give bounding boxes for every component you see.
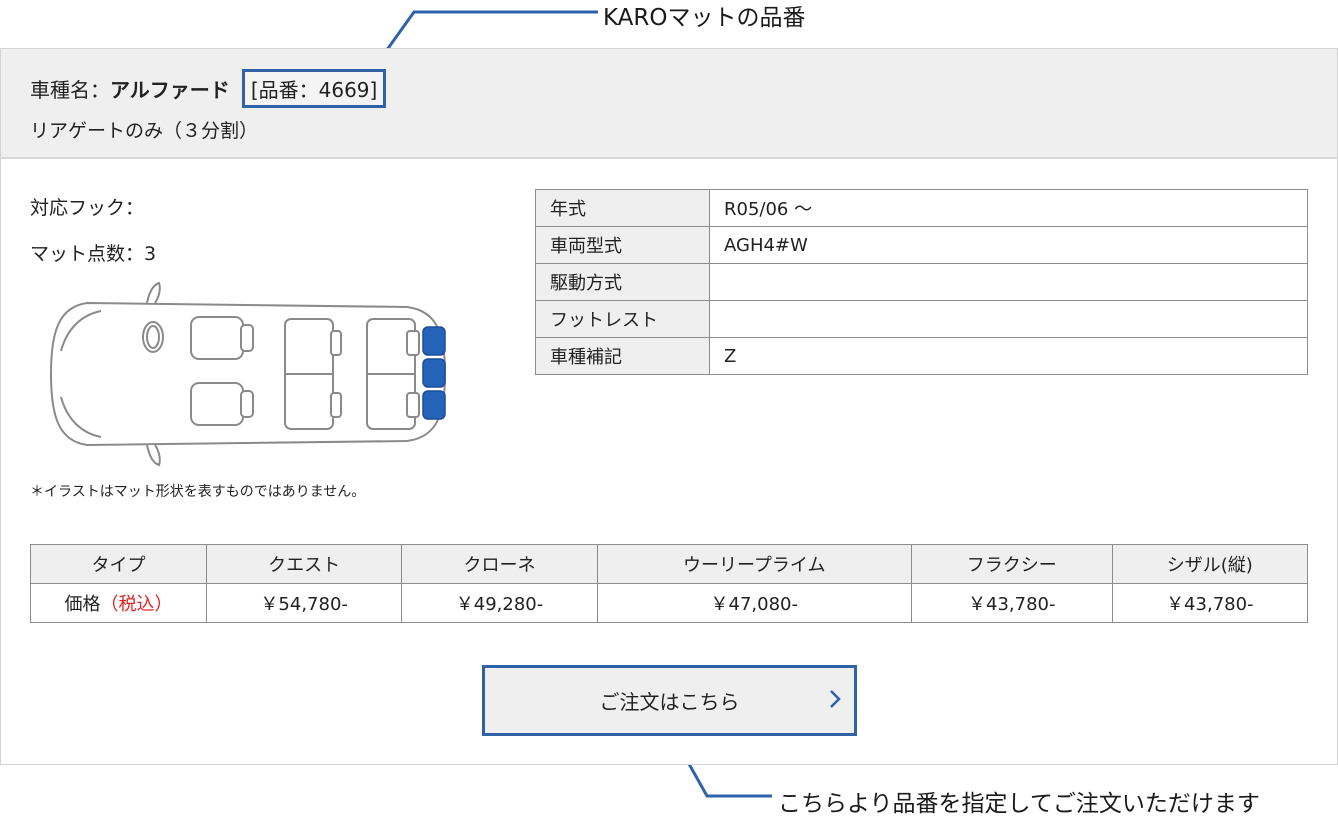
price-cell: ￥49,280- [401, 583, 598, 623]
product-header: 車種名： アルファード [品番：4669] リアゲートのみ（３分割） [1, 49, 1337, 159]
price-label: 価格 [64, 594, 101, 615]
spec-row: 車両型式 AGH4#W [535, 226, 1308, 264]
car-name: アルファード [110, 78, 230, 102]
spec-row: フットレスト [535, 300, 1308, 338]
spec-value-cell: AGH4#W [709, 226, 1308, 264]
product-panel: 車種名： アルファード [品番：4669] リアゲートのみ（３分割） 対応フック… [0, 48, 1338, 765]
mat-type-header-cell: フラクシー [910, 544, 1113, 584]
spec-label-cell: 車両型式 [535, 226, 710, 264]
price-table: タイプ クエスト クローネ ウーリープライム フラクシー シザル(縦) 価格（税込） ￥… [30, 544, 1309, 623]
tax-label: （税込） [100, 594, 173, 615]
spec-label-cell: フットレスト [535, 300, 710, 338]
price-cell: ￥43,780- [1111, 583, 1309, 623]
price-label-cell: 価格（税込） [30, 583, 207, 623]
product-subtitle: リアゲートのみ（３分割） [30, 120, 259, 142]
type-header-cell: タイプ [30, 544, 207, 584]
price-cell: ￥54,780- [205, 583, 403, 623]
chevron-right-icon [830, 690, 841, 708]
callout-order-label: こちらより品番を指定してご注文いただけます [778, 791, 1260, 817]
car-top-view-icon [49, 281, 447, 467]
order-button[interactable]: ご注文はこちら [482, 665, 857, 736]
car-name-prefix: 車種名： [30, 78, 110, 102]
price-table-price-row: 価格（税込） ￥54,780- ￥49,280- ￥47,080- ￥43,780- ￥… [30, 583, 1309, 623]
mat-count-label: マット点数：3 [30, 243, 157, 265]
spec-row: 駆動方式 [535, 263, 1308, 301]
compatible-hook-label: 対応フック： [30, 197, 145, 219]
mat-type-header-cell: クローネ [401, 544, 598, 584]
price-cell: ￥43,780- [910, 583, 1113, 623]
spec-label-cell: 駆動方式 [535, 263, 710, 301]
spec-value-cell: R05/06 ～ [709, 189, 1308, 227]
mat-type-header-cell: ウーリープライム [596, 544, 912, 584]
order-button-label: ご注文はこちら [599, 690, 740, 714]
highlighted-mats [422, 326, 446, 420]
callout-part-number-label: KAROマットの品番 [603, 5, 806, 31]
spec-value-cell [709, 263, 1308, 301]
spec-table: 年式 R05/06 ～車両型式 AGH4#W 駆動方式 フットレスト 車種補記 Z [535, 189, 1308, 375]
page-title: 車種名： アルファード [品番：4669] [30, 69, 387, 108]
spec-value-cell: Z [709, 337, 1308, 375]
part-number-badge: [品番：4669] [241, 69, 387, 108]
price-cell: ￥47,080- [596, 583, 912, 623]
spec-value-cell [709, 300, 1308, 338]
spec-label-cell: 車種補記 [535, 337, 710, 375]
spec-row: 年式 R05/06 ～ [535, 189, 1308, 227]
price-table-header-row: タイプ クエスト クローネ ウーリープライム フラクシー シザル(縦) [30, 544, 1309, 584]
spec-label-cell: 年式 [535, 189, 710, 227]
mat-type-header-cell: シザル(縦) [1111, 544, 1309, 584]
mat-type-header-cell: クエスト [205, 544, 403, 584]
illustration-note: ＊イラストはマット形状を表すものではありません。 [30, 484, 366, 500]
spec-row: 車種補記 Z [535, 337, 1308, 375]
